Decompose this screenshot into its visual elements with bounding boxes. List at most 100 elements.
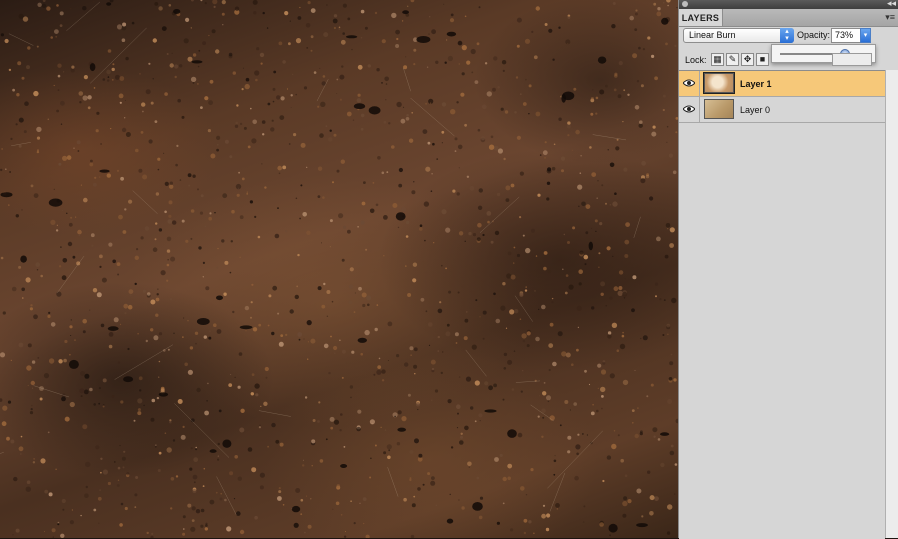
texture-speck: [107, 79, 110, 82]
panel-menu-icon[interactable]: ▾≡: [885, 13, 895, 22]
texture-speck: [55, 35, 58, 38]
texture-speck: [329, 129, 332, 132]
texture-speck: [190, 0, 194, 2]
texture-speck: [84, 493, 89, 499]
texture-speck: [409, 346, 414, 351]
texture-speck: [264, 186, 267, 189]
opacity-input[interactable]: 73%: [831, 28, 861, 43]
blend-mode-select[interactable]: Linear Burn ▴ ▾: [683, 28, 794, 43]
texture-speck: [669, 243, 674, 248]
texture-speck: [168, 4, 172, 7]
texture-speck: [54, 29, 59, 34]
texture-speck: [158, 332, 163, 336]
texture-speck: [507, 359, 513, 365]
texture-speck: [513, 246, 516, 249]
texture-speck: [578, 282, 582, 286]
texture-speck: [195, 448, 198, 451]
texture-speck: [598, 252, 601, 255]
texture-speck: [56, 4, 59, 7]
texture-speck: [657, 7, 661, 11]
texture-speck: [253, 11, 257, 15]
texture-speck: [486, 91, 492, 97]
layer-thumbnail[interactable]: [704, 99, 734, 119]
texture-speck: [217, 144, 219, 146]
texture-speck: [546, 181, 551, 185]
texture-speck: [520, 390, 523, 393]
texture-speck: [271, 119, 274, 122]
opacity-dropdown-button[interactable]: ▾: [860, 28, 871, 43]
texture-speck: [246, 191, 248, 193]
layer-name[interactable]: Layer 0: [740, 105, 770, 115]
texture-speck: [139, 73, 141, 75]
texture-speck: [160, 388, 165, 393]
layer-row[interactable]: Layer 0: [679, 97, 885, 123]
texture-speck: [423, 201, 430, 207]
texture-speck: [617, 434, 620, 437]
texture-speck: [567, 450, 571, 454]
fill-field-partial[interactable]: [832, 53, 872, 66]
texture-speck: [266, 27, 269, 29]
texture-speck: [285, 230, 288, 233]
rust-texture-image: [0, 0, 678, 538]
lock-transparent-icon[interactable]: ▦: [711, 53, 724, 66]
texture-speck: [595, 112, 598, 115]
texture-speck: [360, 127, 364, 131]
texture-speck: [565, 274, 569, 277]
texture-speck: [74, 339, 76, 341]
texture-speck: [495, 318, 501, 324]
lock-image-icon[interactable]: ✎: [726, 53, 739, 66]
texture-speck: [107, 49, 112, 53]
lock-position-icon[interactable]: ✥: [741, 53, 754, 66]
texture-pit: [173, 9, 181, 14]
texture-speck: [381, 39, 386, 44]
document-canvas[interactable]: [0, 0, 678, 538]
collapse-icon[interactable]: ◂◂: [887, 0, 896, 9]
texture-speck: [158, 451, 162, 455]
texture-speck: [403, 497, 407, 502]
texture-speck: [50, 322, 56, 327]
texture-speck: [668, 377, 673, 381]
texture-speck: [18, 342, 24, 348]
visibility-eye-icon[interactable]: [679, 97, 700, 122]
tab-layers[interactable]: LAYERS: [679, 9, 723, 26]
close-dot-icon[interactable]: [682, 1, 688, 7]
texture-speck: [533, 55, 538, 60]
texture-speck: [289, 309, 294, 314]
lock-all-icon[interactable]: ■: [756, 53, 769, 66]
texture-speck: [30, 408, 33, 411]
texture-speck: [184, 362, 188, 367]
texture-speck: [289, 20, 291, 22]
texture-speck: [567, 241, 570, 244]
texture-speck: [69, 353, 71, 356]
texture-speck: [128, 289, 134, 294]
texture-speck: [474, 80, 479, 84]
texture-speck: [590, 227, 593, 230]
texture-speck: [538, 308, 540, 311]
texture-speck: [125, 56, 129, 61]
texture-speck: [307, 0, 311, 5]
texture-speck: [166, 249, 171, 253]
texture-speck: [542, 504, 546, 507]
layer-row[interactable]: Layer 1: [679, 71, 885, 97]
texture-speck: [295, 197, 298, 200]
texture-speck: [503, 352, 508, 357]
texture-pit: [216, 295, 223, 301]
texture-speck: [380, 426, 382, 428]
texture-speck: [79, 388, 85, 394]
texture-speck: [404, 362, 409, 367]
texture-speck: [307, 524, 312, 529]
texture-speck: [666, 141, 668, 143]
visibility-eye-icon[interactable]: [679, 71, 700, 96]
texture-speck: [599, 522, 604, 527]
layer-thumbnail[interactable]: [703, 72, 735, 94]
texture-speck: [151, 532, 154, 536]
layer-name[interactable]: Layer 1: [740, 79, 772, 89]
layers-scrollbar[interactable]: [885, 70, 898, 538]
texture-speck: [300, 142, 306, 148]
texture-speck: [377, 365, 382, 369]
texture-speck: [414, 373, 416, 375]
texture-speck: [640, 84, 644, 88]
texture-speck: [437, 308, 443, 314]
texture-speck: [582, 521, 585, 523]
texture-speck: [134, 282, 137, 286]
